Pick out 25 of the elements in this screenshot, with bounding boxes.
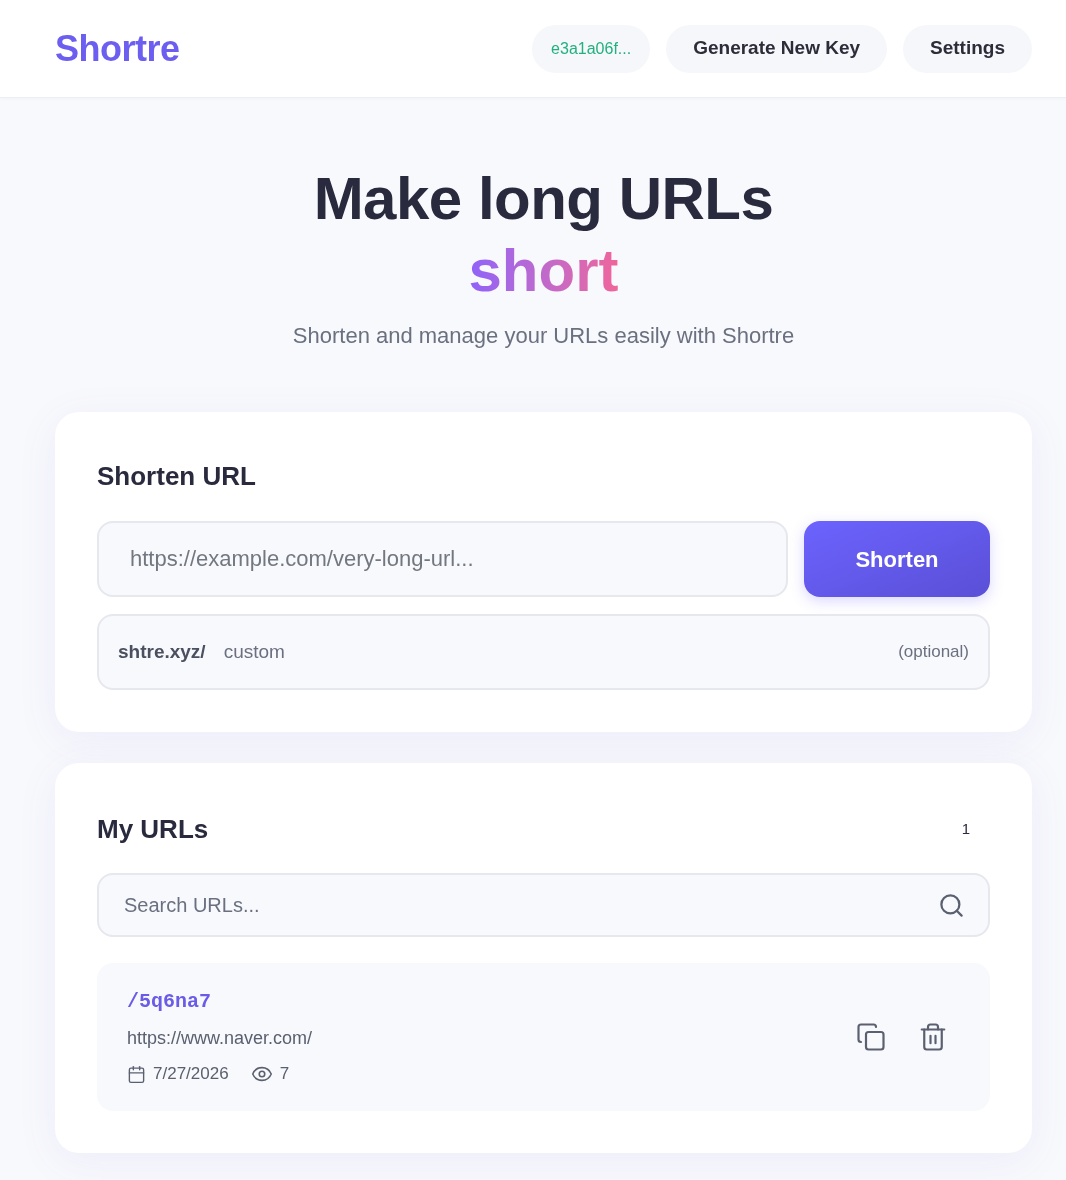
card-title: Shorten URL — [97, 460, 256, 492]
search-input[interactable]: Search URLs... — [124, 890, 926, 920]
calendar-icon — [127, 1064, 146, 1084]
hero-title: Make long URLs — [313, 164, 774, 234]
created-date: 7/27/2026 — [153, 1063, 229, 1085]
card-title: My URLs — [97, 813, 209, 845]
trash-icon — [918, 1022, 948, 1052]
url-count: 1 — [961, 818, 970, 839]
click-count: 7 — [279, 1063, 290, 1085]
api-key-badge[interactable]: e3a1a06f... — [532, 24, 651, 73]
logo[interactable]: Shortre — [55, 26, 180, 71]
url-input[interactable]: https://example.com/very-long-url... — [97, 521, 788, 597]
short-link[interactable]: /5q6na7 — [127, 988, 211, 1016]
generate-key-button[interactable]: Generate New Key — [666, 24, 888, 73]
domain-prefix: shtre.xyz/ — [118, 639, 206, 664]
search-icon — [938, 891, 965, 919]
search-bar[interactable]: Search URLs... — [97, 873, 990, 937]
custom-alias-field[interactable]: shtre.xyz/ custom (optional) — [97, 614, 990, 690]
optional-hint: (optional) — [898, 641, 969, 664]
alias-input[interactable]: custom — [223, 637, 887, 667]
original-url: https://www.naver.com/ — [127, 1027, 313, 1050]
copy-icon — [856, 1022, 886, 1052]
shorten-button[interactable]: Shorten — [804, 521, 990, 597]
hero-subtitle: Shorten and manage your URLs easily with Shortre — [292, 322, 795, 350]
settings-button[interactable]: Settings — [903, 24, 1032, 73]
